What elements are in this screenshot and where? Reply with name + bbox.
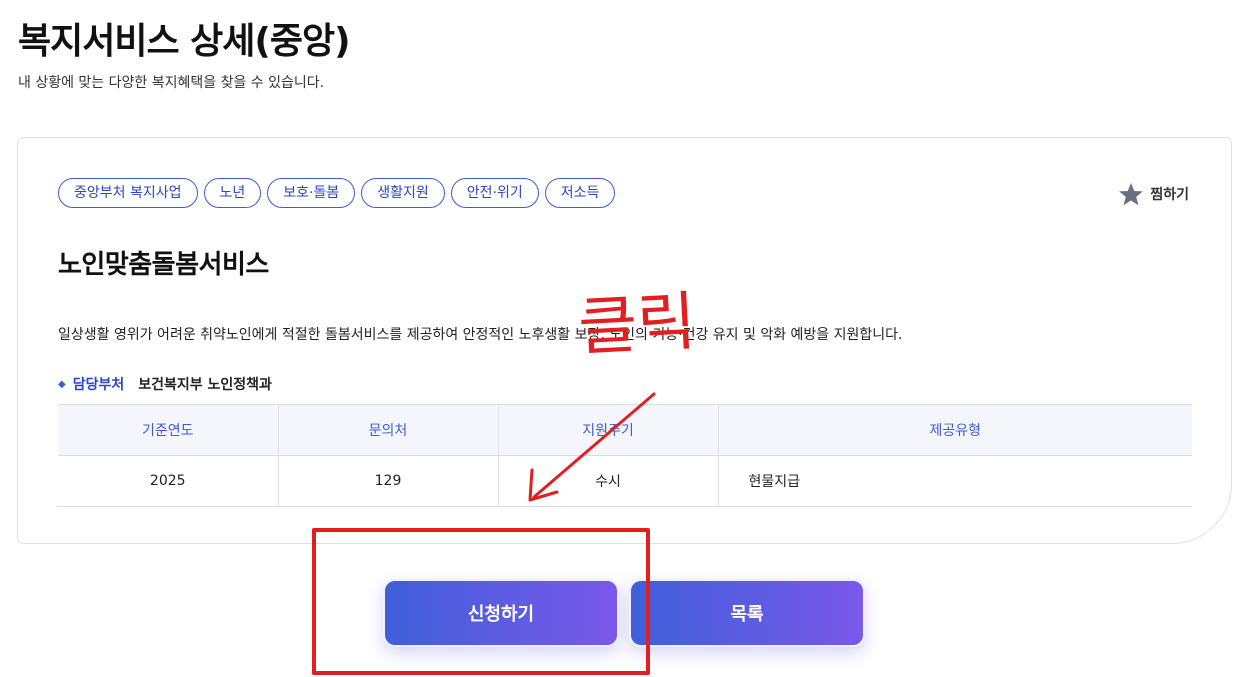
department-value: 보건복지부 노인정책과 <box>138 377 272 393</box>
bookmark-label: 찜하기 <box>1150 187 1189 203</box>
header-support-cycle: 지원주기 <box>498 404 719 456</box>
apply-button[interactable]: 신청하기 <box>383 579 619 647</box>
header-provision-type: 제공유형 <box>718 404 1192 456</box>
service-title: 노인맞춤돌봄서비스 <box>58 250 269 280</box>
service-info-table: 기준연도 문의처 지원주기 제공유형 2025 129 수시 현물지급 <box>58 404 1192 507</box>
tag-central-welfare[interactable]: 중앙부처 복지사업 <box>58 178 198 208</box>
cell-provision-type: 현물지급 <box>718 455 1192 507</box>
table-row: 2025 129 수시 현물지급 <box>58 455 1192 507</box>
service-detail-card: 중앙부처 복지사업 노년 보호·돌봄 생활지원 안전·위기 저소득 찜하기 노인… <box>17 137 1232 544</box>
department-label: 담당부처 <box>72 377 125 393</box>
page-title: 복지서비스 상세(중앙) <box>18 21 351 62</box>
tag-low-income[interactable]: 저소득 <box>544 178 616 208</box>
bookmark-button[interactable]: 찜하기 <box>1118 181 1189 207</box>
star-icon <box>1119 182 1144 206</box>
diamond-bullet-icon: ◆ <box>58 378 66 390</box>
cell-contact: 129 <box>278 455 499 507</box>
tag-care[interactable]: 보호·돌봄 <box>267 178 356 208</box>
tag-living-support[interactable]: 생활지원 <box>361 178 445 208</box>
cell-support-cycle: 수시 <box>498 455 719 507</box>
cell-base-year: 2025 <box>58 455 279 507</box>
service-description: 일상생활 영위가 어려운 취약노인에게 적절한 돌봄서비스를 제공하여 안정적인… <box>58 327 903 343</box>
page-subtitle: 내 상황에 맞는 다양한 복지혜택을 찾을 수 있습니다. <box>18 75 325 91</box>
tag-senior[interactable]: 노년 <box>203 178 262 208</box>
department-info: ◆ 담당부처 보건복지부 노인정책과 <box>58 374 272 394</box>
header-base-year: 기준연도 <box>58 404 279 456</box>
tag-safety-crisis[interactable]: 안전·위기 <box>450 178 539 208</box>
list-button[interactable]: 목록 <box>629 579 865 647</box>
table-header-row: 기준연도 문의처 지원주기 제공유형 <box>58 404 1192 456</box>
tag-list: 중앙부처 복지사업 노년 보호·돌봄 생활지원 안전·위기 저소득 <box>58 178 616 208</box>
header-contact: 문의처 <box>278 404 499 456</box>
